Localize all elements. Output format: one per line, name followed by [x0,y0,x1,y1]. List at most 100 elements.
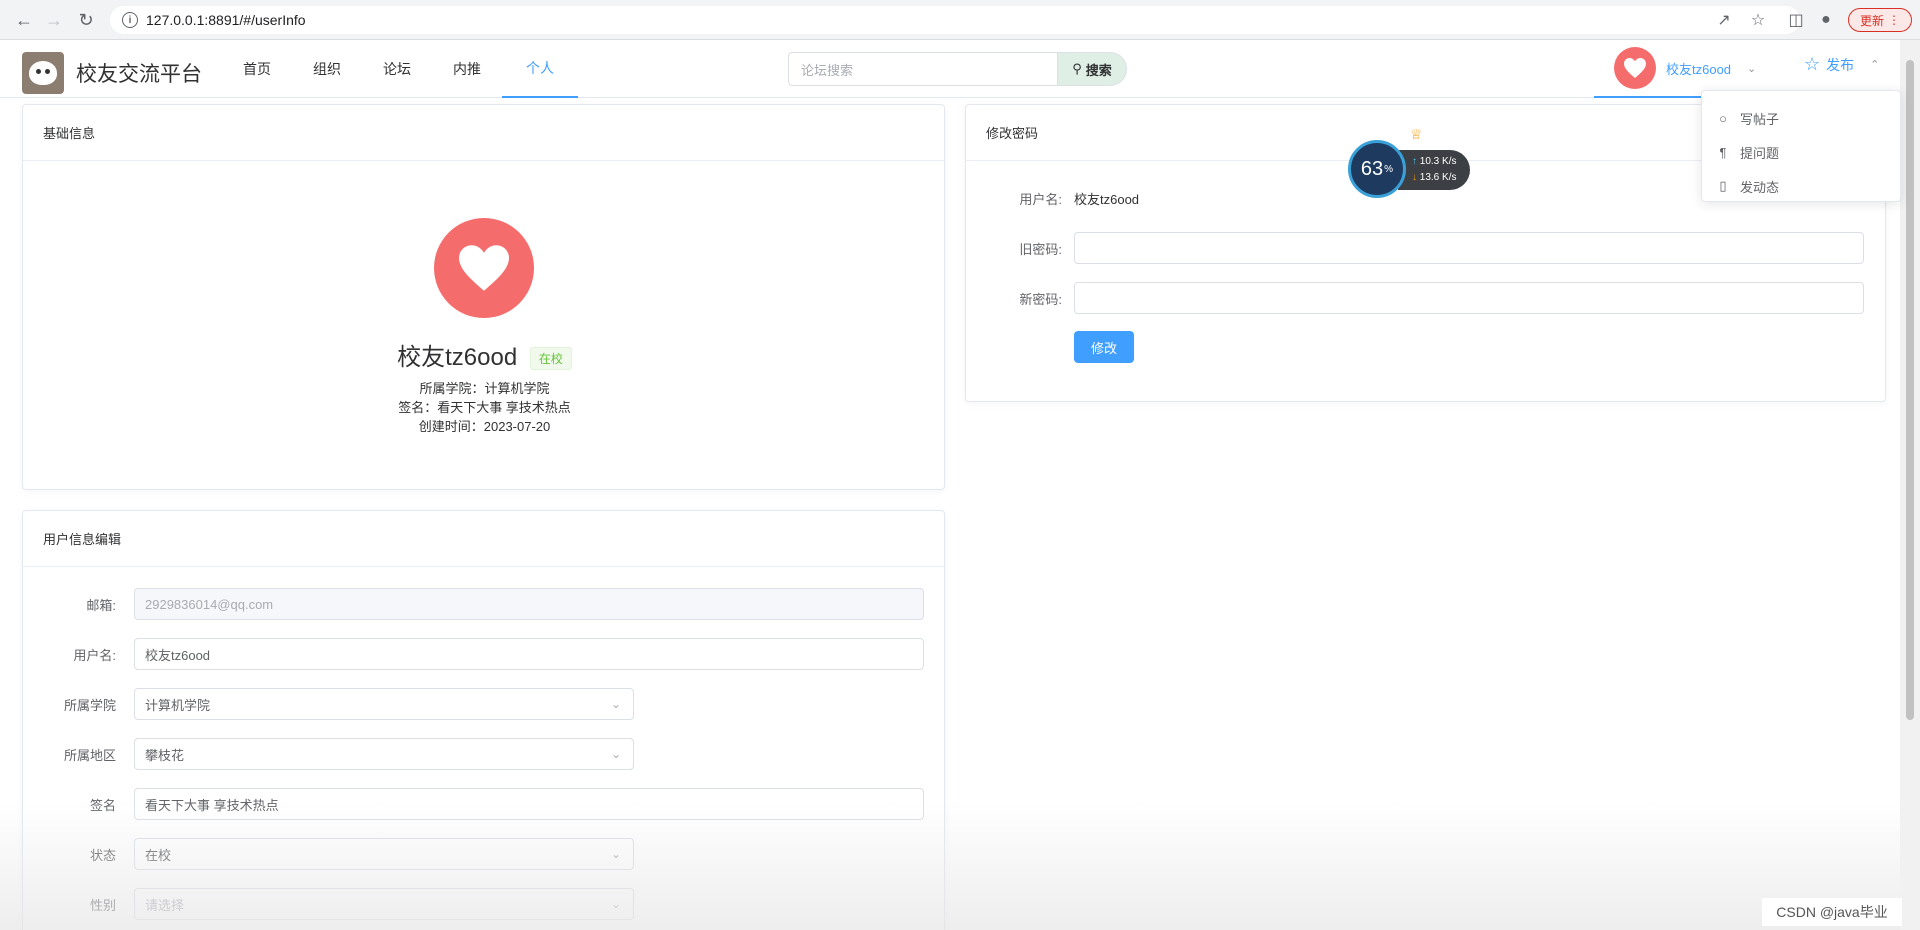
basic-info-card: 基础信息 校友tz6ood 在校 所属学院：计算机学院 签名：看天下大事 享技术… [22,104,945,490]
menu-item-ask-question[interactable]: ¶ 提问题 [1702,135,1900,169]
upload-arrow-icon: ↑ [1412,156,1417,167]
username-row: 用户名: 校友tz6ood [986,189,1139,208]
network-speed-widget[interactable]: ♕ ↑ 10.3 K/s ↓ 13.6 K/s 63% [1348,126,1470,198]
upload-rate: 10.3 [1419,156,1440,167]
speed-panel: ↑ 10.3 K/s ↓ 13.6 K/s [1398,150,1470,190]
publish-label: 发布 [1826,56,1855,73]
region-row: 所属地区 攀枝花 ⌄ [43,738,634,770]
site-info-icon[interactable]: i [122,12,138,28]
download-rate: 13.6 [1419,172,1440,183]
email-row: 邮箱: 2929836014@qq.com [43,588,924,620]
old-password-input[interactable] [1074,232,1864,264]
signature-row: 签名 看天下大事 享技术热点 [43,788,924,820]
created-line: 创建时间：2023-07-20 [418,419,551,434]
college-value: 计算机学院 [145,697,211,713]
user-edit-card: 用户信息编辑 邮箱: 2929836014@qq.com 用户名: 校友tz6o… [22,510,945,930]
bookmark-star-icon[interactable]: ☆ [1748,10,1768,30]
college-line: 所属学院：计算机学院 [419,381,550,396]
heart-icon [459,245,509,291]
apple-icon: ○ [1719,110,1727,126]
back-arrow-icon[interactable]: ← [12,8,36,32]
publish-dropdown: ○ 写帖子 ¶ 提问题 ▯ 发动态 [1701,90,1901,202]
email-field: 2929836014@qq.com [134,588,924,620]
menu-item-write-post[interactable]: ○ 写帖子 [1702,101,1900,135]
url-text: 127.0.0.1:8891/#/userInfo [146,12,306,28]
update-button[interactable]: 更新 ⋮ [1848,8,1912,32]
star-icon: ☆ [1804,54,1821,74]
address-bar[interactable]: i 127.0.0.1:8891/#/userInfo [110,6,1800,34]
college-select[interactable]: 计算机学院 ⌄ [134,688,634,720]
chevron-down-icon: ⌄ [610,847,621,861]
status-badge: 在校 [529,347,572,371]
site-logo[interactable] [22,52,64,94]
old-password-row: 旧密码: [986,232,1864,264]
usage-gauge: 63% [1348,140,1406,198]
forum-search-input[interactable]: 论坛搜索 [788,52,1058,86]
nav-item-home[interactable]: 首页 [222,40,292,98]
modify-button[interactable]: 修改 [1074,331,1134,363]
chevron-down-icon: ⌄ [610,697,621,711]
publish-button[interactable]: ☆ 发布 ⌃ [1804,54,1879,75]
card-title: 基础信息 [23,105,944,161]
gender-select[interactable]: 请选择 ⌄ [134,888,634,920]
old-password-label: 旧密码: [1019,241,1062,257]
nav-item-forum[interactable]: 论坛 [362,40,432,98]
gender-placeholder: 请选择 [145,897,185,913]
usage-percent-unit: % [1384,163,1394,175]
site-title: 校友交流平台 [76,63,202,86]
nav-item-personal[interactable]: 个人 [502,40,578,98]
avatar[interactable] [434,218,534,318]
csdn-watermark: CSDN @java毕业 [1762,898,1902,926]
nav-item-referral[interactable]: 内推 [432,40,502,98]
new-password-label: 新密码: [1019,291,1062,307]
chevron-up-icon: ⌃ [1870,59,1880,71]
avatar [1614,47,1656,89]
search-button-label: 搜索 [1085,62,1112,78]
browser-toolbar: ← → ↻ i 127.0.0.1:8891/#/userInfo ↗ ☆ ◫ … [0,0,1920,40]
username-label: 用户名: [73,647,116,663]
user-name: 校友tz6ood [1666,61,1732,77]
rate-unit: K/s [1442,156,1457,167]
nav-item-organization[interactable]: 组织 [292,40,362,98]
signature-label: 签名 [89,797,116,813]
college-label: 所属学院 [63,697,116,713]
new-password-row: 新密码: [986,282,1864,314]
menu-item-post-status[interactable]: ▯ 发动态 [1702,169,1900,203]
chevron-down-icon: ⌄ [610,747,621,761]
username-value: 校友tz6ood [1074,192,1140,207]
signature-field[interactable]: 看天下大事 享技术热点 [134,788,924,820]
cup-icon: ▯ [1719,178,1727,193]
username-label: 用户名: [1019,192,1062,207]
new-password-input[interactable] [1074,282,1864,314]
profile-icon[interactable]: ● [1816,10,1836,30]
share-icon[interactable]: ↗ [1714,10,1734,30]
side-panel-icon[interactable]: ◫ [1786,10,1806,30]
gender-label: 性别 [89,897,116,913]
region-select[interactable]: 攀枝花 ⌄ [134,738,634,770]
fork-knife-icon: ¶ [1719,144,1727,160]
crown-icon: ♕ [1410,126,1423,142]
status-value: 在校 [145,847,172,863]
username-row: 用户名: 校友tz6ood [43,638,924,670]
reload-icon[interactable]: ↻ [74,8,98,32]
page-scrollbar[interactable] [1900,40,1920,930]
card-title: 用户信息编辑 [23,511,944,567]
update-label: 更新 [1859,13,1884,28]
status-select[interactable]: 在校 ⌄ [134,838,634,870]
gender-row: 性别 请选择 ⌄ [43,888,634,920]
download-arrow-icon: ↓ [1412,172,1417,183]
menu-item-label: 提问题 [1740,145,1780,161]
status-label: 状态 [89,847,116,863]
scroll-thumb[interactable] [1906,60,1914,720]
menu-item-label: 发动态 [1740,179,1780,195]
search-button[interactable]: ⚲ 搜索 [1057,52,1127,86]
username-field[interactable]: 校友tz6ood [134,638,924,670]
more-vert-icon: ⋮ [1888,13,1900,27]
status-row: 状态 在校 ⌄ [43,838,634,870]
forward-arrow-icon[interactable]: → [42,8,66,32]
profile-name-row: 校友tz6ood 在校 [23,337,946,372]
college-row: 所属学院 计算机学院 ⌄ [43,688,634,720]
chevron-down-icon: ⌄ [1747,62,1757,75]
app-header: 校友交流平台 首页 组织 论坛 内推 个人 论坛搜索 ⚲ 搜索 校友tz6ood… [0,40,1900,98]
heart-icon [1624,58,1646,78]
